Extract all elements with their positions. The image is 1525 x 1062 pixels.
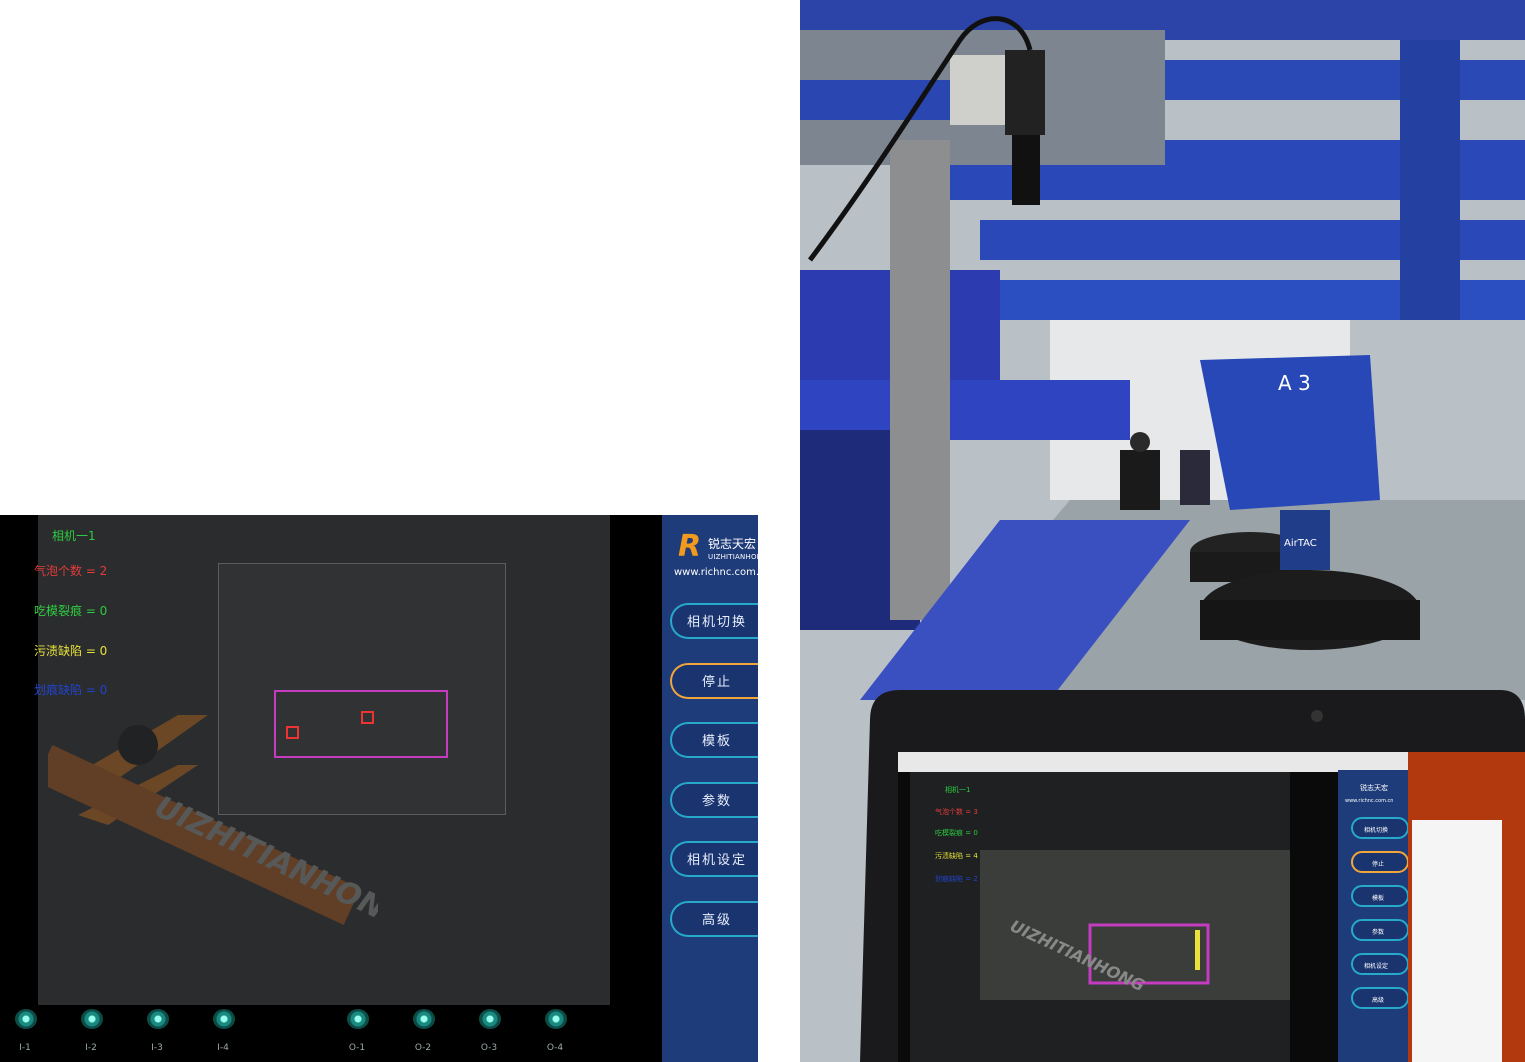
io-led-icon xyxy=(213,1009,235,1029)
io-label: O-1 xyxy=(348,1043,366,1053)
camera-view: UIZHITIANHONG xyxy=(38,515,610,1005)
screen-stat-scratches: 划痕缺陷 = 2 xyxy=(935,874,978,883)
screen-button-label: 高级 xyxy=(1372,996,1384,1004)
template-button[interactable]: 模板 xyxy=(670,722,758,758)
io-indicator-o3: O-3 xyxy=(469,1007,509,1059)
io-indicator-i4: I-4 xyxy=(203,1007,243,1059)
io-led-icon xyxy=(15,1009,37,1029)
screen-button-label: 参数 xyxy=(1372,928,1384,936)
io-label: I-3 xyxy=(151,1043,163,1053)
beam-label: A 3 xyxy=(1278,371,1311,395)
stat-stains: 污渍缺陷 = 0 xyxy=(34,644,108,658)
io-indicator-i2: I-2 xyxy=(71,1007,111,1059)
roi-box xyxy=(274,690,448,758)
io-led-icon xyxy=(347,1009,369,1029)
camera-switch-button[interactable]: 相机切换 xyxy=(670,603,758,639)
defect-marker xyxy=(361,711,374,724)
io-indicator-o4: O-4 xyxy=(535,1007,575,1059)
screen-button-label: 相机设定 xyxy=(1364,962,1388,970)
io-indicator-i1: I-1 xyxy=(5,1007,45,1059)
glass-sample xyxy=(218,563,506,815)
inspection-ui: UIZHITIANHONG 相机一1 气泡个数 = 2 吃模裂痕 = 0 污渍缺… xyxy=(0,515,758,1062)
brand-name-en: UIZHITIANHONG xyxy=(708,553,758,561)
stop-button[interactable]: 停止 xyxy=(670,663,758,699)
logo-mark: R xyxy=(678,529,702,564)
io-indicator-i3: I-3 xyxy=(137,1007,177,1059)
io-label: O-4 xyxy=(546,1043,564,1053)
screen-url: www.richnc.com.cn xyxy=(1345,798,1393,804)
advanced-button[interactable]: 高级 xyxy=(670,901,758,937)
defect-marker xyxy=(286,726,299,739)
stat-camera: 相机一1 xyxy=(52,529,96,543)
io-label: O-2 xyxy=(414,1043,432,1053)
io-label: I-4 xyxy=(217,1043,229,1053)
io-led-icon xyxy=(147,1009,169,1029)
io-led-icon xyxy=(479,1009,501,1029)
screen-stat-camera: 相机一1 xyxy=(945,785,970,794)
screen-stat-bubbles: 气泡个数 = 3 xyxy=(935,807,978,816)
camera-settings-button[interactable]: 相机设定 xyxy=(670,841,758,877)
io-label: O-3 xyxy=(480,1043,498,1053)
io-indicator-o1: O-1 xyxy=(337,1007,377,1059)
io-indicator-o2: O-2 xyxy=(403,1007,443,1059)
brand-logo: R 锐志天宏 UIZHITIANHONG www.richnc.com.cn xyxy=(672,529,758,581)
screen-stat-stains: 污渍缺陷 = 4 xyxy=(935,851,978,860)
cylinder-label: AirTAC xyxy=(1284,538,1317,549)
stat-scratches: 划痕缺陷 = 0 xyxy=(34,683,108,697)
stat-cracks: 吃模裂痕 = 0 xyxy=(34,604,108,618)
screen-stat-cracks: 吃模裂痕 = 0 xyxy=(935,828,978,837)
stat-bubbles: 气泡个数 = 2 xyxy=(34,564,108,578)
screen-button-label: 相机切换 xyxy=(1364,826,1388,834)
io-led-icon xyxy=(81,1009,103,1029)
factory-photo: A 3 AirTAC 相机一1 气泡个数 = 3 吃模裂痕 = 0 污渍缺陷 =… xyxy=(800,0,1525,1062)
brand-url: www.richnc.com.cn xyxy=(674,567,758,578)
parameters-button[interactable]: 参数 xyxy=(670,782,758,818)
io-label: I-2 xyxy=(85,1043,97,1053)
io-label: I-1 xyxy=(19,1043,31,1053)
sidebar: R 锐志天宏 UIZHITIANHONG www.richnc.com.cn 相… xyxy=(662,515,758,1062)
io-led-icon xyxy=(545,1009,567,1029)
screen-brand: 锐志天宏 xyxy=(1360,783,1388,792)
io-led-icon xyxy=(413,1009,435,1029)
screen-button-label: 停止 xyxy=(1372,860,1384,868)
screen-button-label: 模板 xyxy=(1372,894,1384,902)
brand-name-cn: 锐志天宏 xyxy=(708,537,757,551)
